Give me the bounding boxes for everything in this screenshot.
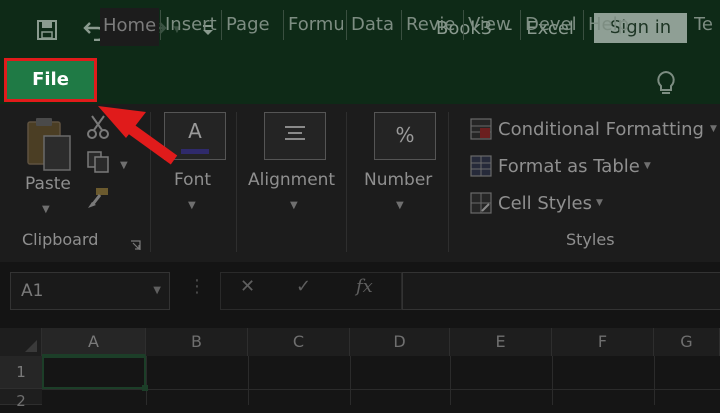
tutorial-arrow-icon	[98, 106, 178, 165]
